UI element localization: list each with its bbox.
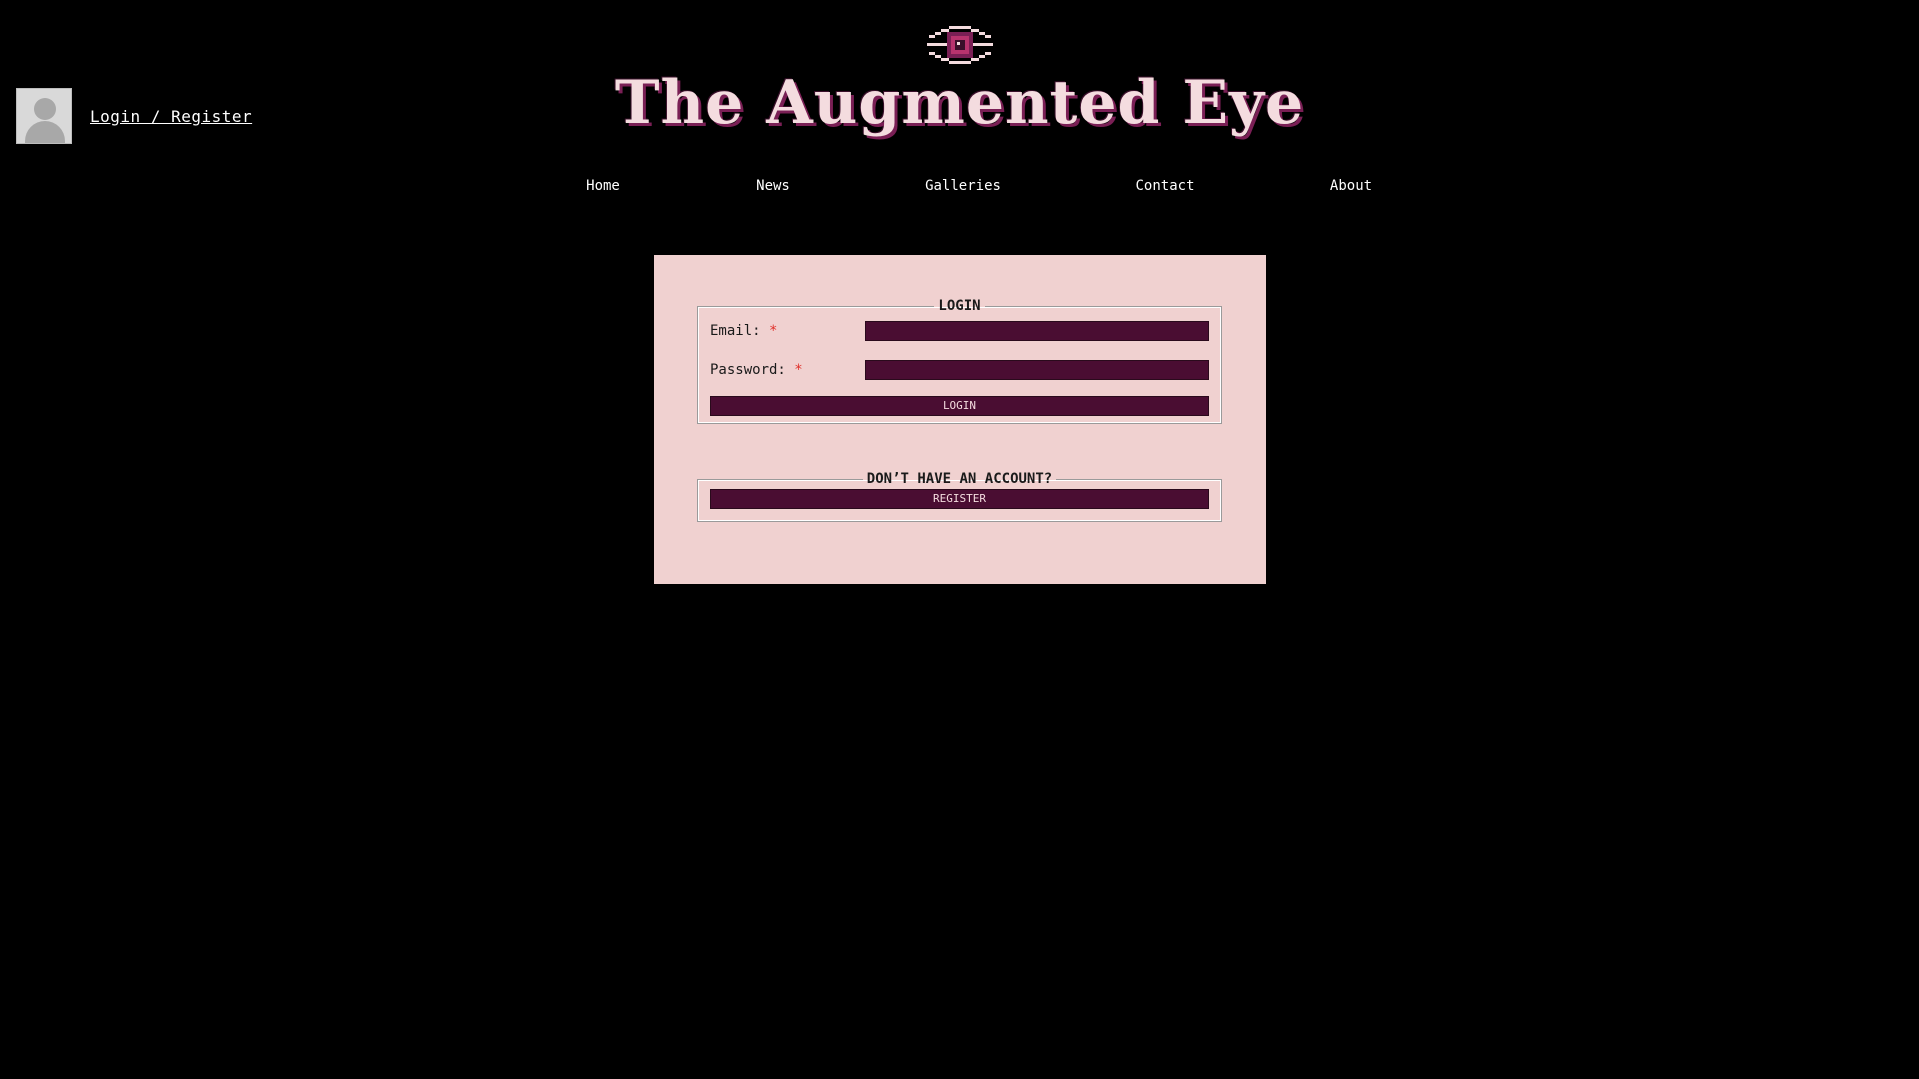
- eye-icon: [926, 26, 993, 64]
- nav-about[interactable]: About: [1330, 178, 1372, 194]
- email-row: Email: *: [710, 320, 1209, 342]
- site-title[interactable]: The Augmented Eye: [0, 68, 1919, 138]
- login-panel: LOGIN Email: * Password: * LOGIN DON’T H…: [654, 255, 1266, 584]
- email-field[interactable]: [865, 321, 1209, 341]
- nav-news[interactable]: News: [756, 178, 790, 194]
- register-button[interactable]: REGISTER: [710, 489, 1209, 509]
- login-legend: LOGIN: [938, 298, 981, 314]
- required-mark: *: [769, 323, 778, 339]
- main-nav: Home News Galleries Contact About: [0, 178, 1919, 198]
- password-field[interactable]: [865, 360, 1209, 380]
- register-fieldset: DON’T HAVE AN ACCOUNT? REGISTER: [697, 471, 1222, 522]
- register-legend: DON’T HAVE AN ACCOUNT?: [866, 471, 1053, 487]
- password-row: Password: *: [710, 359, 1209, 381]
- login-button[interactable]: LOGIN: [710, 396, 1209, 416]
- nav-contact[interactable]: Contact: [1135, 178, 1194, 194]
- nav-home[interactable]: Home: [586, 178, 620, 194]
- page: Login / Register The Augmented Eye Home …: [0, 0, 1919, 1079]
- password-label: Password: *: [710, 362, 803, 378]
- login-fieldset: LOGIN Email: * Password: * LOGIN: [697, 298, 1222, 424]
- site-header: The Augmented Eye: [0, 24, 1919, 138]
- email-label: Email: *: [710, 323, 778, 339]
- nav-galleries[interactable]: Galleries: [925, 178, 1001, 194]
- required-mark: *: [794, 362, 803, 378]
